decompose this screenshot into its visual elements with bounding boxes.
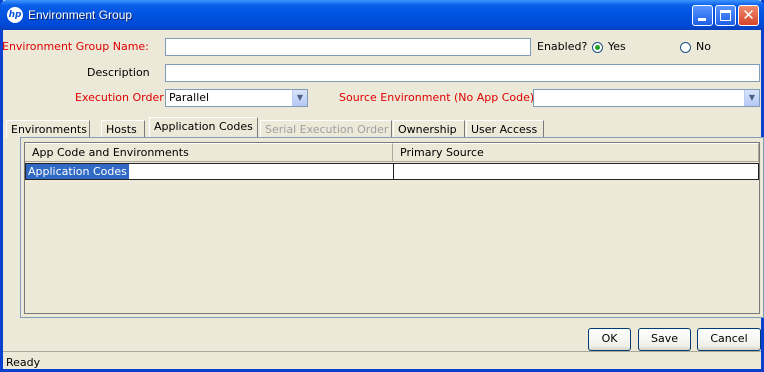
close-button[interactable]: ✕ [738,5,759,26]
table-cell-app-code[interactable]: Application Codes [25,163,393,180]
enabled-no-radio[interactable] [680,42,691,53]
tab-hosts[interactable]: Hosts [101,120,145,138]
environment-group-window: hp Environment Group ✕ Environment Group… [0,0,764,372]
close-icon: ✕ [742,6,755,24]
execution-order-select[interactable]: Parallel ▼ [165,89,308,107]
radio-selected-icon [595,45,600,50]
save-button[interactable]: Save [638,328,691,351]
execution-order-value: Parallel [169,91,210,104]
tab-panel: App Code and Environments Primary Source… [20,137,764,318]
chevron-down-icon[interactable]: ▼ [292,90,307,106]
source-environment-select[interactable]: ▼ [533,89,760,107]
tab-user-access[interactable]: User Access [466,120,544,138]
tab-serial-execution-order: Serial Execution Order [260,120,392,138]
tab-ownership[interactable]: Ownership [393,120,465,138]
source-environment-label: Source Environment (No App Code) [339,91,535,104]
app-codes-table: App Code and Environments Primary Source… [24,142,760,314]
maximize-icon [720,10,731,21]
title-bar[interactable]: hp Environment Group ✕ [0,0,764,30]
status-divider [3,351,761,352]
tab-application-codes[interactable]: Application Codes [149,117,258,139]
execution-order-label: Execution Order [75,91,164,104]
description-input[interactable] [165,64,760,82]
ok-button[interactable]: OK [588,328,631,351]
description-label: Description [87,66,150,79]
enabled-yes-radio[interactable] [592,42,603,53]
table-row[interactable]: Application Codes [25,163,759,180]
maximize-button[interactable] [715,5,736,26]
enabled-label: Enabled? [537,40,588,53]
group-name-input[interactable] [165,38,531,56]
table-cell-primary-source[interactable] [393,163,759,180]
selected-row-label: Application Codes [26,164,129,179]
column-header-app-code[interactable]: App Code and Environments [25,143,393,162]
enabled-yes-label[interactable]: Yes [608,40,626,54]
minimize-icon [698,18,706,21]
hp-logo-icon: hp [7,7,23,23]
minimize-button[interactable] [692,5,713,26]
tab-environments[interactable]: Environments [6,120,90,138]
chevron-down-icon[interactable]: ▼ [744,90,759,106]
status-bar-text: Ready [6,356,41,369]
cancel-button[interactable]: Cancel [697,328,761,351]
enabled-no-label[interactable]: No [696,40,711,54]
group-name-label: Environment Group Name: [2,40,149,53]
window-title: Environment Group [28,8,133,22]
column-header-primary-source[interactable]: Primary Source [393,143,759,162]
